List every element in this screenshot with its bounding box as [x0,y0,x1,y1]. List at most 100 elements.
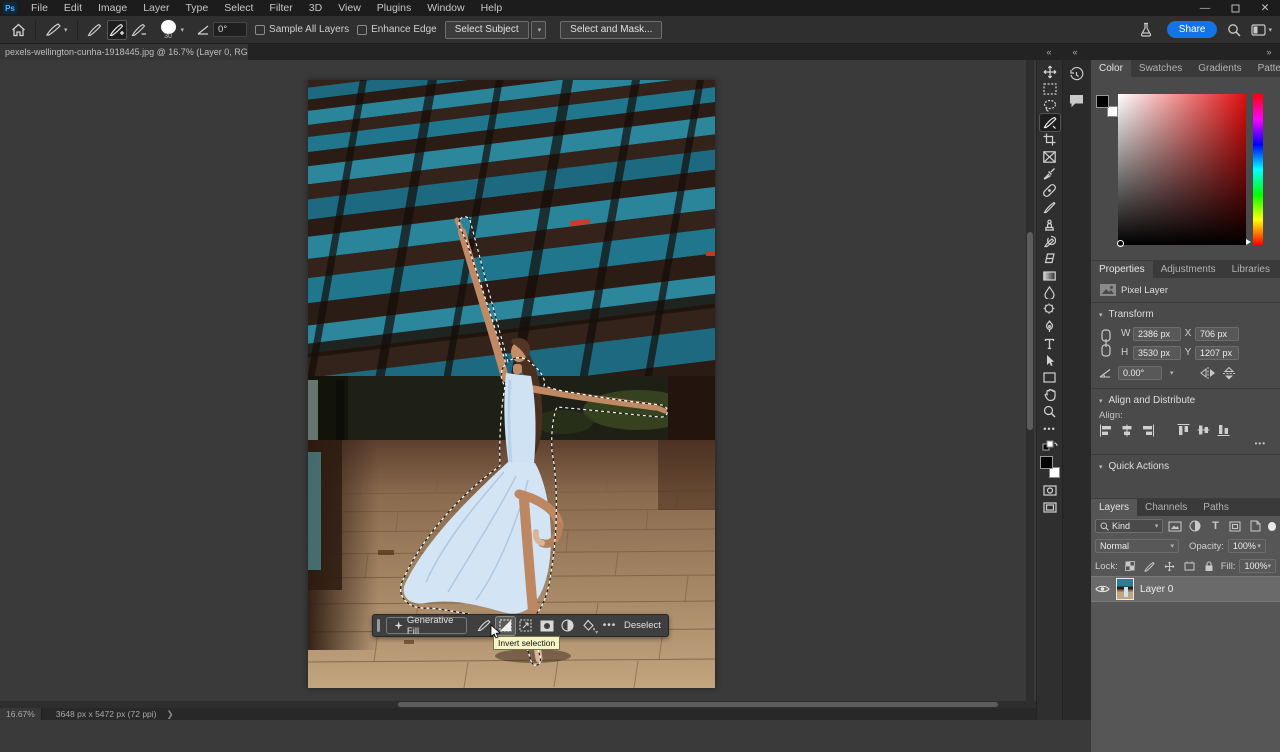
foreground-color-swatch[interactable] [1040,456,1053,469]
generative-fill-button[interactable]: Generative Fill [386,617,467,634]
angle-field[interactable]: 0° [213,22,247,37]
width-field[interactable]: 2386 px [1133,327,1181,341]
lock-pixels-icon[interactable] [1142,559,1158,573]
height-field[interactable]: 3530 px [1133,346,1181,360]
tab-adjustments[interactable]: Adjustments [1153,261,1224,278]
tab-color[interactable]: Color [1091,60,1131,77]
expand-panels-icon[interactable]: » [1260,44,1278,60]
filter-pixel-layers-icon[interactable] [1167,519,1183,533]
history-panel-icon[interactable] [1067,65,1087,83]
lasso-tool[interactable] [1040,97,1060,114]
status-arrow-icon[interactable]: ❯ [167,709,174,720]
history-brush-tool[interactable] [1040,233,1060,250]
crop-tool[interactable] [1040,131,1060,148]
select-subject-button[interactable]: Select Subject [445,21,529,39]
align-section-header[interactable]: ▾ Align and Distribute [1091,389,1280,410]
lock-all-icon[interactable] [1201,559,1217,573]
canvas-image[interactable] [308,80,715,688]
align-right-icon[interactable] [1141,424,1155,437]
beta-features-icon[interactable] [1139,22,1153,37]
tab-properties[interactable]: Properties [1091,261,1153,278]
vertical-scrollbar-thumb[interactable] [1027,232,1033,430]
visibility-eye-icon[interactable] [1095,584,1110,594]
zoom-tool[interactable] [1040,403,1060,420]
foreground-background-swatches[interactable] [1040,456,1060,478]
filter-adjustment-layers-icon[interactable] [1187,519,1203,533]
home-icon[interactable] [8,20,29,40]
selection-brush-tool[interactable] [1040,114,1060,131]
opacity-field[interactable]: 100%▾ [1228,539,1266,553]
menu-plugins[interactable]: Plugins [369,0,419,16]
taskbar-grip-handle[interactable] [377,619,380,632]
tool-preset-picker[interactable]: ▾ [42,20,71,40]
filter-type-layers-icon[interactable]: T [1207,519,1223,533]
frame-tool[interactable] [1040,148,1060,165]
tab-gradients[interactable]: Gradients [1190,60,1249,77]
hue-slider-marker[interactable] [1246,239,1251,245]
quick-mask-icon[interactable] [1040,482,1060,499]
brush-tool[interactable] [1040,199,1060,216]
transform-selection-icon[interactable] [517,617,536,635]
horizontal-scrollbar[interactable] [0,701,1036,708]
path-select-tool[interactable] [1040,352,1060,369]
align-more-options[interactable]: ••• [1091,439,1280,454]
share-button[interactable]: Share [1167,21,1218,38]
flip-vertical-icon[interactable] [1222,367,1236,380]
align-center-horizontal-icon[interactable] [1120,424,1134,437]
workspace-switcher-icon[interactable]: ▾ [1251,24,1272,36]
x-field[interactable]: 706 px [1195,327,1239,341]
type-tool[interactable] [1040,335,1060,352]
dodge-tool[interactable] [1040,301,1060,318]
filter-smart-objects-icon[interactable] [1247,519,1263,533]
link-dimensions-icon[interactable] [1099,326,1113,360]
collapse-iconstrip-icon[interactable]: « [1066,44,1084,60]
menu-view[interactable]: View [330,0,369,16]
pen-tool[interactable] [1040,318,1060,335]
layer-thumbnail[interactable] [1116,578,1134,600]
menu-image[interactable]: Image [90,0,135,16]
comments-panel-icon[interactable] [1067,91,1087,109]
color-sample-indicator[interactable] [1117,240,1124,247]
create-mask-icon[interactable] [538,617,557,635]
close-icon[interactable]: ✕ [1250,0,1280,16]
edit-toolbar-icon[interactable]: ••• [1040,420,1060,437]
adjustment-layer-icon[interactable] [558,617,577,635]
menu-help[interactable]: Help [473,0,511,16]
tab-patterns[interactable]: Patterns [1250,60,1280,77]
menu-file[interactable]: File [23,0,56,16]
flip-horizontal-icon[interactable] [1200,367,1216,379]
align-left-icon[interactable] [1099,424,1113,437]
menu-window[interactable]: Window [419,0,472,16]
align-top-icon[interactable] [1177,423,1190,437]
add-to-selection-brush-icon[interactable] [107,20,127,40]
minimize-icon[interactable]: — [1190,0,1220,16]
fill-field[interactable]: 100%▾ [1239,559,1276,573]
clone-stamp-tool[interactable] [1040,216,1060,233]
select-and-mask-button[interactable]: Select and Mask... [560,21,662,39]
transform-section-header[interactable]: ▾ Transform [1091,303,1280,324]
lock-transparency-icon[interactable] [1122,559,1138,573]
shape-tool[interactable] [1040,369,1060,386]
blend-mode-select[interactable]: Normal▾ [1095,539,1179,553]
filter-shape-layers-icon[interactable] [1227,519,1243,533]
quick-actions-header[interactable]: ▾ Quick Actions [1091,455,1280,476]
hand-tool[interactable] [1040,386,1060,403]
y-field[interactable]: 1207 px [1195,346,1239,360]
brush-size-picker[interactable]: 30 [158,20,179,40]
zoom-level-field[interactable]: 16.67% [0,708,42,720]
eyedropper-tool[interactable] [1040,165,1060,182]
rotation-field[interactable]: 0.00° [1118,366,1162,380]
tab-paths[interactable]: Paths [1195,499,1237,516]
screen-mode-icon[interactable] [1040,499,1060,516]
gradient-tool[interactable] [1040,267,1060,284]
marquee-tool[interactable] [1040,80,1060,97]
blur-tool[interactable] [1040,284,1060,301]
menu-3d[interactable]: 3D [301,0,330,16]
eraser-tool[interactable] [1040,250,1060,267]
swap-colors-icon[interactable] [1040,437,1060,454]
canvas-pasteboard[interactable] [0,60,1036,701]
sample-all-layers-checkbox[interactable] [255,25,265,35]
tab-libraries[interactable]: Libraries [1224,261,1278,278]
enhance-edge-checkbox[interactable] [357,25,367,35]
deselect-button[interactable]: Deselect [620,620,668,631]
